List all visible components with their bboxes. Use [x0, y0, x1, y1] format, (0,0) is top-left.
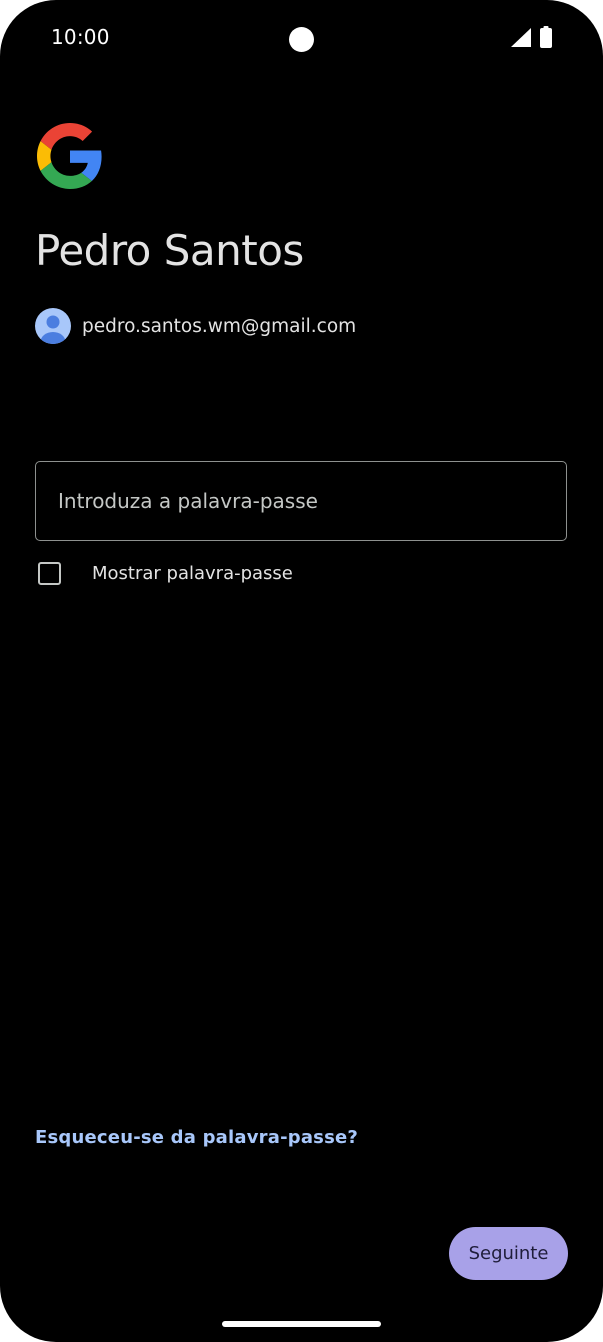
account-email: pedro.santos.wm@gmail.com: [82, 315, 357, 337]
account-chip[interactable]: pedro.santos.wm@gmail.com: [35, 308, 356, 344]
google-logo-icon: [37, 123, 102, 189]
battery-icon: [540, 26, 552, 48]
next-button[interactable]: Seguinte: [449, 1227, 568, 1280]
status-time: 10:00: [51, 25, 110, 49]
password-input[interactable]: [35, 461, 567, 541]
account-avatar-icon: [35, 308, 71, 344]
phone-screen: 10:00 Pedro Santos pedro.santos.wm@gmail…: [0, 0, 603, 1342]
home-indicator[interactable]: [222, 1321, 381, 1327]
status-bar: 10:00: [0, 0, 603, 76]
show-password-checkbox[interactable]: [38, 561, 61, 585]
signal-icon: [511, 28, 531, 47]
account-name: Pedro Santos: [35, 226, 304, 275]
show-password-label[interactable]: Mostrar palavra-passe: [92, 563, 293, 584]
camera-cutout: [289, 27, 314, 52]
show-password-row[interactable]: Mostrar palavra-passe: [38, 558, 293, 588]
forgot-password-link[interactable]: Esqueceu-se da palavra-passe?: [35, 1127, 358, 1148]
